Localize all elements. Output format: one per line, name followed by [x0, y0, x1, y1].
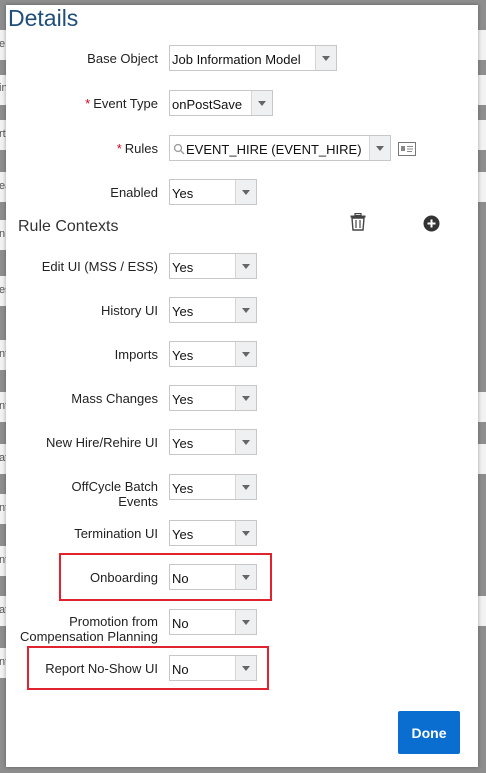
rule-context-value: Yes: [172, 392, 194, 407]
event-type-value: onPostSave: [172, 97, 243, 112]
event-type-label: * Event Type: [85, 96, 158, 111]
chevron-down-icon[interactable]: [235, 254, 256, 278]
rules-label: * Rules: [116, 141, 158, 156]
done-button[interactable]: Done: [398, 711, 460, 754]
chevron-down-icon[interactable]: [235, 342, 256, 366]
rule-context-value: Yes: [172, 348, 194, 363]
base-object-select[interactable]: Job Information Model: [169, 45, 337, 71]
trash-icon[interactable]: [350, 213, 366, 231]
base-object-value: Job Information Model: [172, 52, 301, 67]
base-object-label: Base Object: [87, 51, 158, 66]
search-icon: [173, 143, 185, 155]
rule-context-select[interactable]: Yes: [169, 341, 257, 367]
enabled-select[interactable]: Yes: [169, 179, 257, 205]
enabled-label: Enabled: [110, 185, 158, 200]
details-card-icon[interactable]: [398, 142, 416, 156]
rules-value: EVENT_HIRE (EVENT_HIRE): [186, 142, 362, 157]
chevron-down-icon[interactable]: [315, 46, 336, 70]
rule-context-label: Mass Changes: [71, 391, 158, 406]
rule-context-label: Termination UI: [74, 526, 158, 541]
rule-context-label: History UI: [100, 303, 158, 318]
required-mark: *: [85, 96, 91, 111]
rule-context-value: Yes: [172, 481, 194, 496]
chevron-down-icon[interactable]: [235, 475, 256, 499]
chevron-down-icon[interactable]: [235, 521, 256, 545]
rule-context-select[interactable]: Yes: [169, 297, 257, 323]
rule-context-label: Imports: [114, 347, 158, 362]
rule-context-select[interactable]: No: [169, 609, 257, 635]
rule-context-label: New Hire/Rehire UI: [46, 435, 158, 450]
rule-contexts-title: Rule Contexts: [18, 218, 119, 235]
details-dialog: Details Base Object Job Information Mode…: [6, 5, 478, 767]
chevron-down-icon[interactable]: [369, 136, 390, 160]
rule-context-label: Promotion from Compensation Planning: [19, 614, 158, 644]
rule-context-select[interactable]: Yes: [169, 253, 257, 279]
rule-context-select[interactable]: Yes: [169, 385, 257, 411]
rule-context-value: Yes: [172, 304, 194, 319]
dialog-title: Details: [8, 5, 79, 31]
chevron-down-icon[interactable]: [235, 298, 256, 322]
event-type-select[interactable]: onPostSave: [169, 90, 273, 116]
rule-context-value: No: [172, 616, 189, 631]
chevron-down-icon[interactable]: [251, 91, 272, 115]
chevron-down-icon[interactable]: [235, 180, 256, 204]
rule-context-select[interactable]: Yes: [169, 520, 257, 546]
chevron-down-icon[interactable]: [235, 430, 256, 454]
rule-context-value: Yes: [172, 527, 194, 542]
plus-circle-icon[interactable]: [423, 215, 440, 232]
rule-context-select[interactable]: Yes: [169, 474, 257, 500]
report-no-show-highlight: [27, 646, 269, 690]
rule-context-select[interactable]: Yes: [169, 429, 257, 455]
enabled-value: Yes: [172, 186, 194, 201]
rule-context-label: Edit UI (MSS / ESS): [41, 259, 158, 274]
chevron-down-icon[interactable]: [235, 386, 256, 410]
rules-select[interactable]: EVENT_HIRE (EVENT_HIRE): [169, 135, 391, 161]
onboarding-highlight: [59, 553, 272, 601]
rule-context-label: OffCycle Batch Events: [71, 479, 158, 509]
required-mark: *: [116, 141, 122, 156]
rule-context-value: Yes: [172, 260, 194, 275]
rule-context-value: Yes: [172, 436, 194, 451]
chevron-down-icon[interactable]: [235, 610, 256, 634]
